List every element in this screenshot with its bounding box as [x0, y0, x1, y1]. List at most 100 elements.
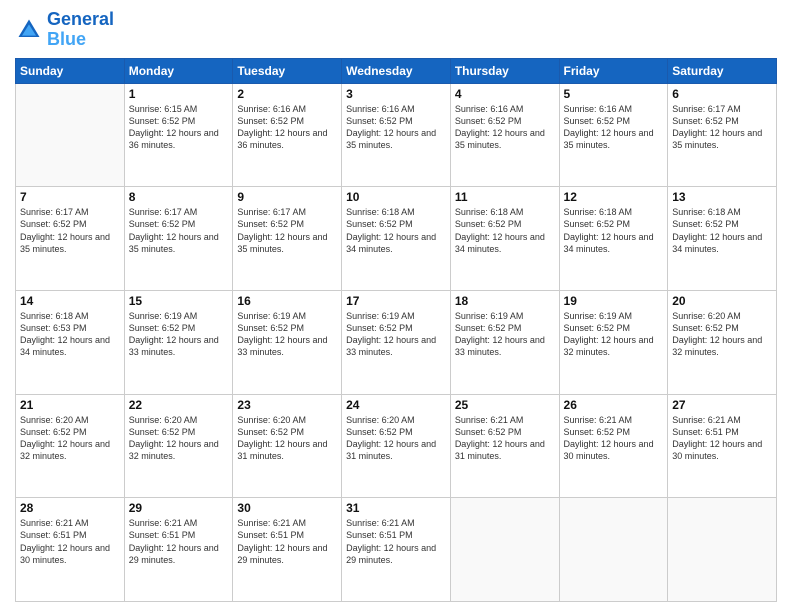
weekday-sunday: Sunday [16, 58, 125, 83]
day-number: 31 [346, 501, 446, 515]
day-info: Sunrise: 6:19 AMSunset: 6:52 PMDaylight:… [564, 310, 664, 359]
day-cell: 18 Sunrise: 6:19 AMSunset: 6:52 PMDayligh… [450, 290, 559, 394]
day-cell: 17Sunrise: 6:19 AMSunset: 6:52 PMDayligh… [342, 290, 451, 394]
day-info: Sunrise: 6:20 AMSunset: 6:52 PMDaylight:… [346, 414, 446, 463]
day-info: Sunrise: 6:21 AMSunset: 6:52 PMDaylight:… [455, 414, 555, 463]
weekday-header-row: SundayMondayTuesdayWednesdayThursdayFrid… [16, 58, 777, 83]
day-number: 29 [129, 501, 229, 515]
header: GeneralBlue [15, 10, 777, 50]
calendar: SundayMondayTuesdayWednesdayThursdayFrid… [15, 58, 777, 602]
day-number: 18 [455, 294, 555, 308]
day-cell: 20Sunrise: 6:20 AMSunset: 6:52 PMDayligh… [668, 290, 777, 394]
weekday-friday: Friday [559, 58, 668, 83]
day-number: 26 [564, 398, 664, 412]
day-number: 25 [455, 398, 555, 412]
day-number: 17 [346, 294, 446, 308]
day-info: Sunrise: 6:19 AMSunset: 6:52 PMDaylight:… [455, 310, 555, 359]
day-cell: 16Sunrise: 6:19 AMSunset: 6:52 PMDayligh… [233, 290, 342, 394]
day-cell: 3Sunrise: 6:16 AMSunset: 6:52 PMDaylight… [342, 83, 451, 187]
day-cell: 7 Sunrise: 6:17 AMSunset: 6:52 PMDaylight… [16, 187, 125, 291]
day-cell: 22 Sunrise: 6:20 AMSunset: 6:52 PMDayligh… [124, 394, 233, 498]
day-cell: 10 Sunrise: 6:18 AMSunset: 6:52 PMDayligh… [342, 187, 451, 291]
day-number: 2 [237, 87, 337, 101]
day-cell: 8Sunrise: 6:17 AMSunset: 6:52 PMDaylight… [124, 187, 233, 291]
day-info: Sunrise: 6:20 AMSunset: 6:52 PMDaylight:… [129, 414, 229, 463]
day-info: Sunrise: 6:21 AMSunset: 6:51 PMDaylight:… [346, 517, 446, 566]
day-info: Sunrise: 6:18 AMSunset: 6:53 PMDaylight:… [20, 310, 120, 359]
day-cell: 12Sunrise: 6:18 AMSunset: 6:52 PMDayligh… [559, 187, 668, 291]
week-row-0: 1Sunrise: 6:15 AMSunset: 6:52 PMDaylight… [16, 83, 777, 187]
weekday-tuesday: Tuesday [233, 58, 342, 83]
page: GeneralBlue SundayMondayTuesdayWednesday… [0, 0, 792, 612]
day-info: Sunrise: 6:20 AMSunset: 6:52 PMDaylight:… [237, 414, 337, 463]
day-number: 6 [672, 87, 772, 101]
day-info: Sunrise: 6:17 AMSunset: 6:52 PMDaylight:… [237, 206, 337, 255]
day-info: Sunrise: 6:21 AMSunset: 6:51 PMDaylight:… [672, 414, 772, 463]
day-number: 27 [672, 398, 772, 412]
day-cell [559, 498, 668, 602]
day-number: 8 [129, 190, 229, 204]
day-cell: 28 Sunrise: 6:21 AMSunset: 6:51 PMDayligh… [16, 498, 125, 602]
day-number: 21 [20, 398, 120, 412]
day-cell: 14 Sunrise: 6:18 AMSunset: 6:53 PMDayligh… [16, 290, 125, 394]
day-info: Sunrise: 6:20 AMSunset: 6:52 PMDaylight:… [20, 414, 120, 463]
day-cell: 1Sunrise: 6:15 AMSunset: 6:52 PMDaylight… [124, 83, 233, 187]
day-number: 30 [237, 501, 337, 515]
day-cell: 5 Sunrise: 6:16 AMSunset: 6:52 PMDaylight… [559, 83, 668, 187]
day-info: Sunrise: 6:19 AMSunset: 6:52 PMDaylight:… [237, 310, 337, 359]
weekday-thursday: Thursday [450, 58, 559, 83]
day-number: 9 [237, 190, 337, 204]
weekday-wednesday: Wednesday [342, 58, 451, 83]
day-info: Sunrise: 6:16 AMSunset: 6:52 PMDaylight:… [455, 103, 555, 152]
day-info: Sunrise: 6:18 AMSunset: 6:52 PMDaylight:… [455, 206, 555, 255]
day-cell: 30 Sunrise: 6:21 AMSunset: 6:51 PMDayligh… [233, 498, 342, 602]
day-info: Sunrise: 6:19 AMSunset: 6:52 PMDaylight:… [129, 310, 229, 359]
day-number: 14 [20, 294, 120, 308]
day-number: 13 [672, 190, 772, 204]
day-cell: 19 Sunrise: 6:19 AMSunset: 6:52 PMDayligh… [559, 290, 668, 394]
day-cell: 29 Sunrise: 6:21 AMSunset: 6:51 PMDayligh… [124, 498, 233, 602]
day-number: 5 [564, 87, 664, 101]
day-number: 19 [564, 294, 664, 308]
day-cell: 23 Sunrise: 6:20 AMSunset: 6:52 PMDayligh… [233, 394, 342, 498]
weekday-saturday: Saturday [668, 58, 777, 83]
day-number: 10 [346, 190, 446, 204]
day-number: 4 [455, 87, 555, 101]
day-info: Sunrise: 6:18 AMSunset: 6:52 PMDaylight:… [346, 206, 446, 255]
week-row-4: 28 Sunrise: 6:21 AMSunset: 6:51 PMDayligh… [16, 498, 777, 602]
day-cell: 21 Sunrise: 6:20 AMSunset: 6:52 PMDayligh… [16, 394, 125, 498]
week-row-3: 21 Sunrise: 6:20 AMSunset: 6:52 PMDayligh… [16, 394, 777, 498]
day-cell: 25 Sunrise: 6:21 AMSunset: 6:52 PMDayligh… [450, 394, 559, 498]
weekday-monday: Monday [124, 58, 233, 83]
day-cell: 2Sunrise: 6:16 AMSunset: 6:52 PMDaylight… [233, 83, 342, 187]
day-number: 28 [20, 501, 120, 515]
day-number: 3 [346, 87, 446, 101]
day-info: Sunrise: 6:17 AMSunset: 6:52 PMDaylight:… [672, 103, 772, 152]
day-info: Sunrise: 6:21 AMSunset: 6:51 PMDaylight:… [237, 517, 337, 566]
day-cell [16, 83, 125, 187]
day-info: Sunrise: 6:15 AMSunset: 6:52 PMDaylight:… [129, 103, 229, 152]
logo-icon [15, 16, 43, 44]
day-info: Sunrise: 6:21 AMSunset: 6:51 PMDaylight:… [20, 517, 120, 566]
day-number: 12 [564, 190, 664, 204]
day-cell: 27 Sunrise: 6:21 AMSunset: 6:51 PMDayligh… [668, 394, 777, 498]
day-cell [450, 498, 559, 602]
day-number: 11 [455, 190, 555, 204]
day-number: 22 [129, 398, 229, 412]
day-info: Sunrise: 6:17 AMSunset: 6:52 PMDaylight:… [20, 206, 120, 255]
day-number: 7 [20, 190, 120, 204]
day-number: 23 [237, 398, 337, 412]
day-cell [668, 498, 777, 602]
day-info: Sunrise: 6:16 AMSunset: 6:52 PMDaylight:… [564, 103, 664, 152]
day-number: 20 [672, 294, 772, 308]
week-row-2: 14 Sunrise: 6:18 AMSunset: 6:53 PMDayligh… [16, 290, 777, 394]
day-cell: 15 Sunrise: 6:19 AMSunset: 6:52 PMDayligh… [124, 290, 233, 394]
day-info: Sunrise: 6:18 AMSunset: 6:52 PMDaylight:… [672, 206, 772, 255]
day-cell: 9 Sunrise: 6:17 AMSunset: 6:52 PMDaylight… [233, 187, 342, 291]
day-info: Sunrise: 6:21 AMSunset: 6:51 PMDaylight:… [129, 517, 229, 566]
day-number: 15 [129, 294, 229, 308]
day-info: Sunrise: 6:21 AMSunset: 6:52 PMDaylight:… [564, 414, 664, 463]
day-cell: 13 Sunrise: 6:18 AMSunset: 6:52 PMDayligh… [668, 187, 777, 291]
day-cell: 6 Sunrise: 6:17 AMSunset: 6:52 PMDaylight… [668, 83, 777, 187]
logo-text: GeneralBlue [47, 10, 114, 50]
